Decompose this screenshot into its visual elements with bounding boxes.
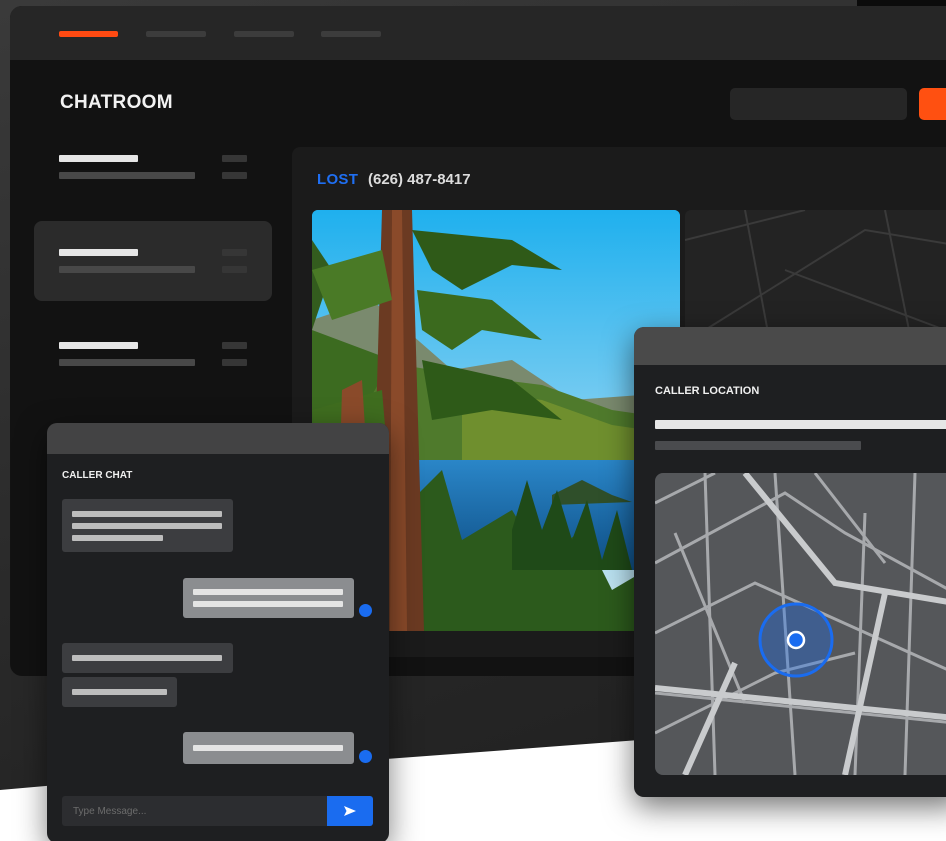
incoming-message xyxy=(62,499,233,552)
message-text-placeholder xyxy=(72,655,222,661)
conversation-meta-placeholder xyxy=(222,342,247,349)
search-input[interactable] xyxy=(730,88,907,120)
conversation-meta-placeholder xyxy=(222,266,247,273)
send-arrow-icon xyxy=(344,806,356,816)
primary-action-button[interactable] xyxy=(919,88,946,120)
nav-tab[interactable] xyxy=(146,31,206,37)
top-navigation-bar xyxy=(10,6,946,60)
incoming-message xyxy=(62,677,177,707)
message-text-placeholder xyxy=(72,523,222,529)
caller-location-window: CALLER LOCATION xyxy=(634,327,946,797)
location-map[interactable] xyxy=(655,473,946,775)
message-input[interactable] xyxy=(62,796,327,826)
conversation-meta-placeholder xyxy=(222,172,247,179)
location-window-titlebar[interactable] xyxy=(634,327,946,365)
nav-tab[interactable] xyxy=(321,31,381,37)
conversation-meta-placeholder xyxy=(222,249,247,256)
message-text-placeholder xyxy=(72,689,167,695)
message-text-placeholder xyxy=(193,745,343,751)
caller-chat-window: CALLER CHAT xyxy=(47,423,389,841)
conversation-subtitle-placeholder xyxy=(59,172,195,179)
message-text-placeholder xyxy=(72,511,222,517)
caller-phone-number: (626) 487-8417 xyxy=(368,171,471,188)
conversation-item-selected[interactable] xyxy=(34,221,272,301)
incoming-message xyxy=(62,643,233,673)
conversation-title-placeholder xyxy=(59,342,138,349)
conversation-title-placeholder xyxy=(59,249,138,256)
read-receipt-dot xyxy=(359,750,372,763)
nav-tab-active[interactable] xyxy=(59,31,118,37)
conversation-meta-placeholder xyxy=(222,155,247,162)
chat-window-titlebar[interactable] xyxy=(47,423,389,454)
conversation-title-placeholder xyxy=(59,155,138,162)
conversation-meta-placeholder xyxy=(222,359,247,366)
message-text-placeholder xyxy=(193,601,343,607)
address-detail-placeholder xyxy=(655,441,861,450)
read-receipt-dot xyxy=(359,604,372,617)
outgoing-message xyxy=(183,732,354,764)
outgoing-message xyxy=(183,578,354,618)
message-text-placeholder xyxy=(193,589,343,595)
conversation-item[interactable] xyxy=(34,342,272,420)
send-button[interactable] xyxy=(327,796,373,826)
conversation-subtitle-placeholder xyxy=(59,359,195,366)
chat-title: CALLER CHAT xyxy=(62,470,133,481)
address-placeholder xyxy=(655,420,946,429)
call-status-label: LOST xyxy=(317,171,359,188)
conversation-subtitle-placeholder xyxy=(59,266,195,273)
location-title: CALLER LOCATION xyxy=(655,385,760,397)
page-title: CHATROOM xyxy=(60,92,173,113)
message-text-placeholder xyxy=(72,535,163,541)
nav-tab[interactable] xyxy=(234,31,294,37)
location-marker-icon xyxy=(758,602,834,678)
